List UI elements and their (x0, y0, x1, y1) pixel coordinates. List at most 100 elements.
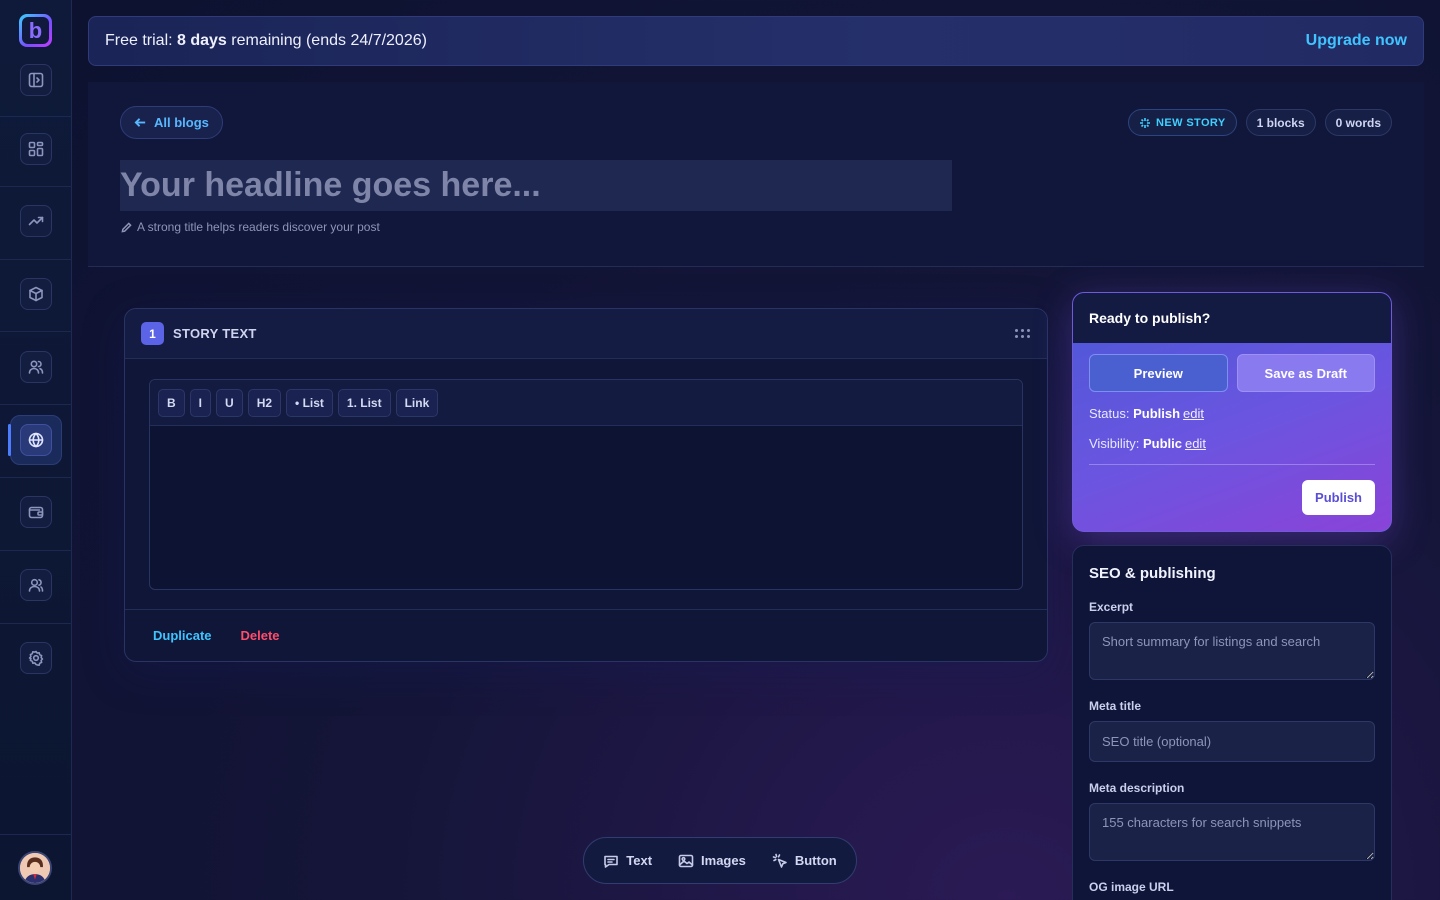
sidebar-divider (0, 404, 72, 405)
block-number: 1 (141, 322, 164, 345)
team-icon (28, 578, 44, 592)
add-block-bar: Text Images Button (583, 837, 857, 884)
underline-button[interactable]: U (216, 388, 243, 417)
trial-prefix: Free trial: (105, 32, 178, 49)
sidebar-divider (0, 259, 72, 260)
link-button[interactable]: Link (395, 388, 439, 417)
save-draft-button[interactable]: Save as Draft (1236, 354, 1375, 392)
duplicate-block-button[interactable]: Duplicate (153, 628, 212, 643)
preview-button[interactable]: Preview (1089, 354, 1228, 392)
add-text-label: Text (626, 853, 653, 868)
story-badges: NEW STORY 1 blocks 0 words (1128, 109, 1392, 136)
meta-title-field[interactable] (1089, 721, 1375, 762)
publish-card-title: Ready to publish? (1073, 293, 1391, 343)
headline-hint-text: A strong title helps readers discover yo… (137, 220, 380, 234)
block-header: 1 STORY TEXT (125, 309, 1047, 359)
sidebar-item-team[interactable] (20, 569, 52, 601)
add-text-button[interactable]: Text (603, 853, 652, 869)
chat-bubble-icon (604, 855, 619, 868)
editor-toolbar: B I U H2 • List 1. List Link (150, 380, 1022, 426)
grid-icon (28, 141, 44, 157)
all-blogs-label: All blogs (154, 115, 209, 130)
heading-2-button[interactable]: H2 (247, 388, 282, 417)
sidebar-divider (0, 834, 72, 835)
sidebar-divider (0, 623, 72, 624)
story-header: All blogs NEW STORY 1 blocks 0 words A s… (88, 82, 1424, 267)
app-logo-letter: b (22, 17, 49, 44)
all-blogs-button[interactable]: All blogs (120, 106, 223, 139)
block-title: STORY TEXT (173, 326, 257, 341)
headline-input[interactable] (120, 160, 952, 211)
sidebar-active-indicator (8, 424, 11, 456)
add-images-label: Images (701, 853, 746, 868)
excerpt-label: Excerpt (1089, 600, 1134, 614)
story-text-block: 1 STORY TEXT B I U H2 • List 1. List Lin… (124, 308, 1048, 662)
user-avatar[interactable] (18, 851, 52, 885)
trial-suffix: remaining (ends 24/7/2026) (226, 32, 427, 49)
gear-icon (28, 650, 44, 666)
italic-button[interactable]: I (189, 388, 212, 417)
add-button-button[interactable]: Button (772, 853, 837, 869)
trial-banner: Free trial: 8 days remaining (ends 24/7/… (88, 16, 1424, 66)
status-value: Publish (1133, 406, 1181, 421)
collapse-sidebar-button[interactable] (20, 64, 52, 96)
visibility-edit-link[interactable]: edit (1185, 436, 1206, 451)
app-logo[interactable]: b (19, 14, 52, 47)
trending-up-icon (28, 216, 44, 226)
cursor-click-icon (772, 853, 787, 868)
sidebar-divider (0, 331, 72, 332)
bullet-list-button[interactable]: • List (286, 388, 333, 417)
words-count-badge: 0 words (1324, 109, 1392, 136)
visibility-label: Visibility: (1089, 436, 1143, 451)
drag-handle-icon[interactable] (1015, 328, 1031, 339)
sidebar-item-dashboard[interactable] (20, 133, 52, 165)
publish-card: Ready to publish? Preview Save as Draft … (1072, 292, 1392, 532)
meta-description-field[interactable] (1089, 803, 1375, 861)
new-story-badge: NEW STORY (1128, 109, 1237, 136)
trial-days: 8 days (177, 32, 227, 49)
status-label: Status: (1089, 406, 1134, 421)
rich-text-editor: B I U H2 • List 1. List Link (149, 379, 1023, 590)
users-icon (28, 360, 44, 374)
og-image-label: OG image URL (1089, 880, 1174, 894)
sidebar-item-analytics[interactable] (20, 205, 52, 237)
bold-button[interactable]: B (158, 388, 185, 417)
image-icon (678, 854, 694, 867)
upgrade-now-link[interactable]: Upgrade now (1306, 32, 1407, 50)
seo-card: SEO & publishing Excerpt Meta title Meta… (1072, 545, 1392, 900)
pencil-icon (121, 221, 132, 233)
meta-description-label: Meta description (1089, 781, 1185, 795)
status-edit-link[interactable]: edit (1183, 406, 1204, 421)
sidebar-item-settings[interactable] (20, 642, 52, 674)
wallet-icon (28, 506, 44, 519)
trial-message: Free trial: 8 days remaining (ends 24/7/… (105, 32, 427, 50)
publish-button[interactable]: Publish (1302, 480, 1375, 515)
numbered-list-button[interactable]: 1. List (337, 388, 391, 417)
add-button-label: Button (794, 853, 837, 868)
globe-icon (28, 432, 44, 448)
sidebar: b (0, 0, 72, 900)
sidebar-divider (0, 477, 72, 478)
meta-title-label: Meta title (1089, 699, 1142, 713)
sidebar-item-sites[interactable] (20, 424, 52, 456)
delete-block-button[interactable]: Delete (241, 628, 280, 643)
add-images-button[interactable]: Images (678, 853, 746, 869)
editor-content-area[interactable] (150, 426, 1022, 589)
block-footer: Duplicate Delete (125, 609, 1047, 661)
status-row: Status: Publish edit (1073, 406, 1391, 421)
sidebar-item-users[interactable] (20, 351, 52, 383)
publish-divider (1089, 464, 1375, 465)
publish-actions: Preview Save as Draft (1073, 343, 1391, 392)
sidebar-item-products[interactable] (20, 278, 52, 310)
sidebar-divider (0, 116, 72, 117)
seo-card-title: SEO & publishing (1089, 565, 1216, 582)
sparkle-icon (1140, 117, 1150, 128)
sidebar-divider (0, 550, 72, 551)
excerpt-field[interactable] (1089, 622, 1375, 680)
headline-hint: A strong title helps readers discover yo… (121, 220, 380, 234)
avatar-image (20, 853, 50, 883)
sidebar-divider (0, 186, 72, 187)
sidebar-item-wallet[interactable] (20, 496, 52, 528)
visibility-row: Visibility: Public edit (1073, 436, 1391, 451)
new-story-label: NEW STORY (1156, 116, 1226, 129)
